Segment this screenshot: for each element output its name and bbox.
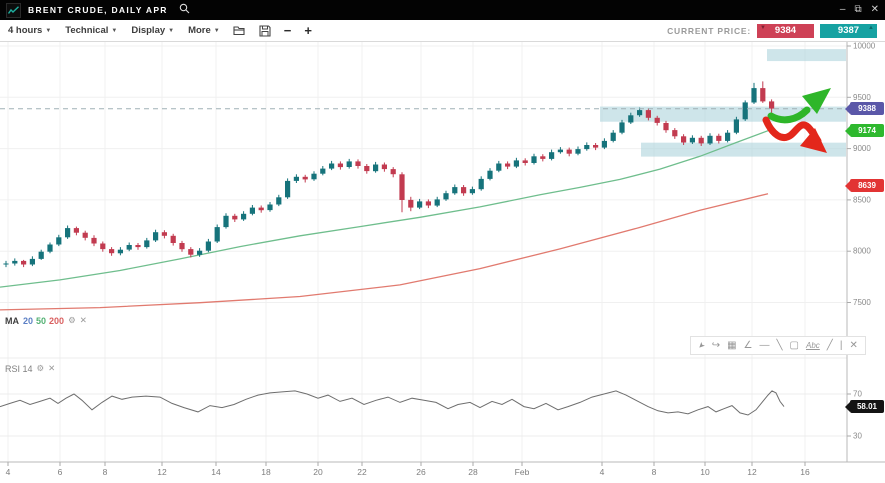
svg-text:18: 18 <box>261 467 271 477</box>
app-window: BRENT CRUDE, DAILY APR – ⧉ ✕ 4 hours▼ Tec… <box>0 0 885 483</box>
timeframe-menu[interactable]: 4 hours▼ <box>8 25 51 36</box>
chart-region: 10000 9500 9000 8500 8000 7500 70 30 4 6 8 12 14 18 20… <box>0 42 885 483</box>
ma200-line <box>0 194 768 310</box>
grid-layer <box>0 42 847 462</box>
svg-text:6: 6 <box>58 467 63 477</box>
rsi-line <box>0 391 784 415</box>
horizontal-line-tool[interactable]: — <box>760 338 770 353</box>
svg-text:8000: 8000 <box>853 247 871 256</box>
fan-lines-tool[interactable]: ∠ <box>744 338 753 353</box>
grid-tool[interactable]: ▦ <box>727 338 736 353</box>
chart-toolbar: 4 hours▼ Technical▼ Display▼ More▼ − + CURR… <box>0 20 885 42</box>
search-icon[interactable] <box>179 1 190 19</box>
chart-title: BRENT CRUDE, DAILY APR <box>28 5 168 15</box>
zoom-out-button[interactable]: − <box>284 25 292 37</box>
svg-text:10: 10 <box>700 467 710 477</box>
projection-zone <box>767 49 846 61</box>
svg-text:10000: 10000 <box>853 42 876 51</box>
up-mark-icon: ▲ <box>868 25 874 31</box>
svg-text:9000: 9000 <box>853 144 871 153</box>
svg-text:16: 16 <box>800 467 810 477</box>
popout-icon[interactable]: ⧉ <box>854 5 861 15</box>
svg-text:26: 26 <box>416 467 426 477</box>
svg-text:28: 28 <box>468 467 478 477</box>
technical-menu[interactable]: Technical▼ <box>65 25 117 36</box>
app-logo-icon <box>6 3 21 18</box>
titlebar: BRENT CRUDE, DAILY APR – ⧉ ✕ <box>0 0 885 20</box>
svg-text:8: 8 <box>103 467 108 477</box>
chevron-down-icon: ▼ <box>45 28 51 34</box>
price-chart-canvas[interactable]: 10000 9500 9000 8500 8000 7500 70 30 4 6 8 12 14 18 20… <box>0 42 885 483</box>
svg-text:8500: 8500 <box>853 195 871 204</box>
text-tool[interactable]: Abc <box>806 338 820 353</box>
chevron-down-icon: ▼ <box>168 28 174 34</box>
price-line-badge: 9388 <box>850 102 884 115</box>
svg-text:30: 30 <box>853 432 862 441</box>
ma-legend: MA 2050200 ⚙ ✕ <box>5 315 87 326</box>
open-folder-icon[interactable] <box>233 25 246 36</box>
svg-text:70: 70 <box>853 390 862 399</box>
close-button[interactable]: ✕ <box>871 5 879 15</box>
svg-text:12: 12 <box>747 467 757 477</box>
ma-settings-gear-icon[interactable]: ⚙ <box>68 315 76 326</box>
svg-text:8: 8 <box>652 467 657 477</box>
svg-text:22: 22 <box>357 467 367 477</box>
cursor-tool[interactable]: ➤ <box>694 338 709 353</box>
ma-period-20: 20 <box>23 316 33 326</box>
minimize-button[interactable]: – <box>840 5 846 15</box>
current-price-label: CURRENT PRICE: <box>667 26 751 36</box>
ma-legend-title: MA <box>5 316 19 326</box>
chevron-down-icon: ▼ <box>111 28 117 34</box>
rsi-legend: RSI 14 ⚙ ✕ <box>5 363 55 374</box>
ma-remove-icon[interactable]: ✕ <box>80 315 87 326</box>
more-menu[interactable]: More▼ <box>188 25 220 36</box>
svg-text:4: 4 <box>600 467 605 477</box>
svg-text:20: 20 <box>313 467 323 477</box>
trend-line-tool[interactable]: ╲ <box>777 338 783 353</box>
elbow-line-tool[interactable]: ↪ <box>712 338 720 353</box>
svg-text:7500: 7500 <box>853 298 871 307</box>
svg-text:Feb: Feb <box>515 467 530 477</box>
svg-text:12: 12 <box>157 467 167 477</box>
zoom-in-button[interactable]: + <box>304 25 312 37</box>
ma-period-50: 50 <box>36 316 46 326</box>
bid-price-badge: ▼ 9384 <box>757 24 814 38</box>
line-tool[interactable]: ╱ <box>827 338 833 353</box>
drawing-toolbar: ➤↪ ▦ ∠ — ╲ ▢ Abc ╱ | ✕ <box>690 336 866 355</box>
display-menu[interactable]: Display▼ <box>131 25 174 36</box>
rsi-legend-title: RSI 14 <box>5 364 33 374</box>
save-icon[interactable] <box>259 25 271 37</box>
ma-period-200: 200 <box>49 316 64 326</box>
ask-price-badge: 9387 ▲ <box>820 24 877 38</box>
close-drawbar[interactable]: ✕ <box>849 338 857 353</box>
svg-text:9500: 9500 <box>853 93 871 102</box>
svg-text:4: 4 <box>6 467 11 477</box>
rectangle-tool[interactable]: ▢ <box>790 338 799 353</box>
chevron-down-icon: ▼ <box>214 28 220 34</box>
ma50-badge: 9174 <box>850 124 884 137</box>
toolbar-divider: | <box>840 338 843 353</box>
rsi-remove-icon[interactable]: ✕ <box>48 363 55 374</box>
ma200-badge: 8639 <box>850 179 884 192</box>
rsi-settings-gear-icon[interactable]: ⚙ <box>37 363 45 374</box>
rsi-badge: 58.01 <box>850 400 884 413</box>
down-mark-icon: ▼ <box>760 25 766 31</box>
svg-text:14: 14 <box>211 467 221 477</box>
